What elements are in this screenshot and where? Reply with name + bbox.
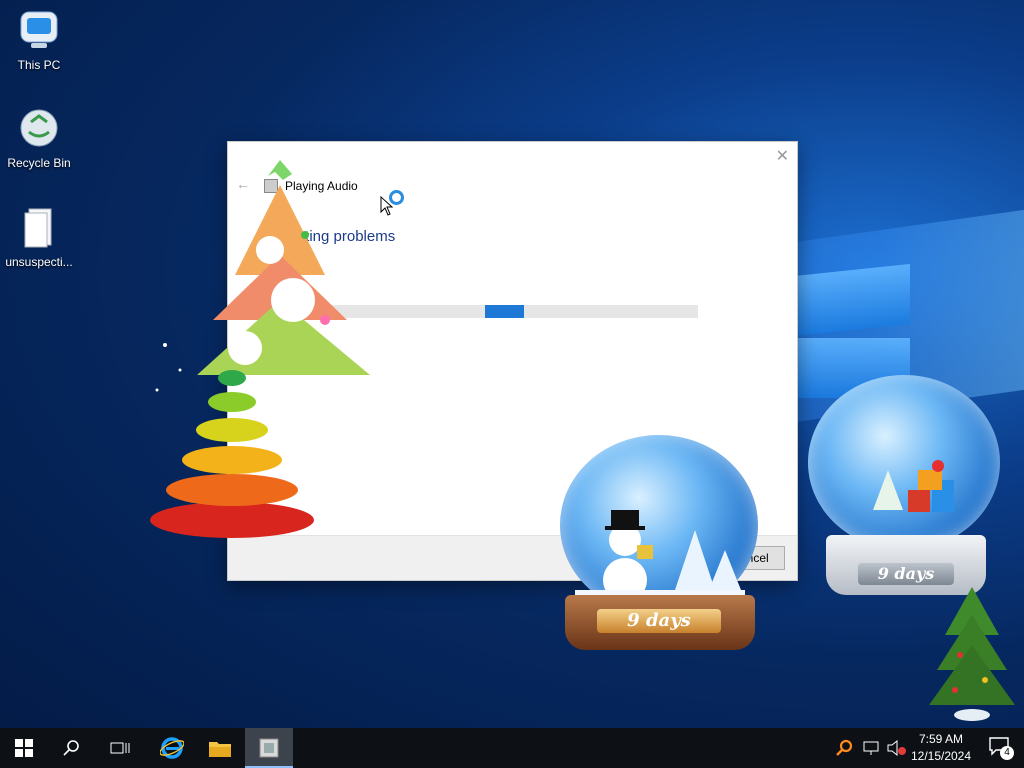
close-icon[interactable]: ✕ [776,146,789,166]
internet-explorer-button[interactable] [148,728,196,768]
recycle-bin-icon [17,106,61,150]
spiral-tree-decoration [150,343,314,538]
internet-explorer-icon [160,737,184,759]
computer-icon [17,8,61,52]
snow-globe-snowman-decoration: 9 days [555,435,765,655]
search-icon [63,740,79,756]
file-explorer-icon [209,742,231,757]
snow-globe-presents-decoration: 9 days [808,375,1003,600]
start-icon [15,739,33,757]
desktop-icon-file[interactable]: unsuspecti... [1,205,77,269]
search-button[interactable] [48,728,96,768]
countdown-label: 9 days [858,563,954,585]
troubleshooter-taskbar-button[interactable] [245,728,293,768]
desktop: This PC Recycle Bin unsuspecti... ✕ ← Pl… [0,0,1024,728]
desktop-icon-label: Recycle Bin [7,156,71,170]
clock-time: 7:59 AM [918,732,964,746]
task-view-icon [110,742,130,754]
taskbar: 7:59 AM 12/15/2024 4 [0,728,1024,768]
notification-count-badge: 4 [1000,746,1014,760]
desktop-icon-this-pc[interactable]: This PC [1,8,77,72]
troubleshooter-icon [259,738,279,758]
clock-date: 12/15/2024 [910,749,972,763]
progress-marquee [485,305,524,318]
task-view-button[interactable] [96,728,144,768]
desktop-icon-recycle-bin[interactable]: Recycle Bin [1,106,77,170]
start-button[interactable] [0,728,48,768]
countdown-label: 9 days [597,609,721,633]
desktop-icon-label: This PC [17,58,61,72]
desktop-icon-label: unsuspecti... [5,255,73,269]
christmas-tree-decoration [929,587,1015,721]
file-explorer-button[interactable] [196,728,244,768]
busy-spinner-icon [389,190,404,205]
clock[interactable]: 7:59 AM 12/15/2024 [906,731,976,765]
search-key-tray-icon[interactable] [836,739,854,757]
network-icon[interactable] [862,740,880,756]
system-tray [836,728,906,768]
action-center-button[interactable]: 4 [986,734,1016,762]
file-icon [17,205,61,249]
volume-muted-icon[interactable] [886,740,906,756]
